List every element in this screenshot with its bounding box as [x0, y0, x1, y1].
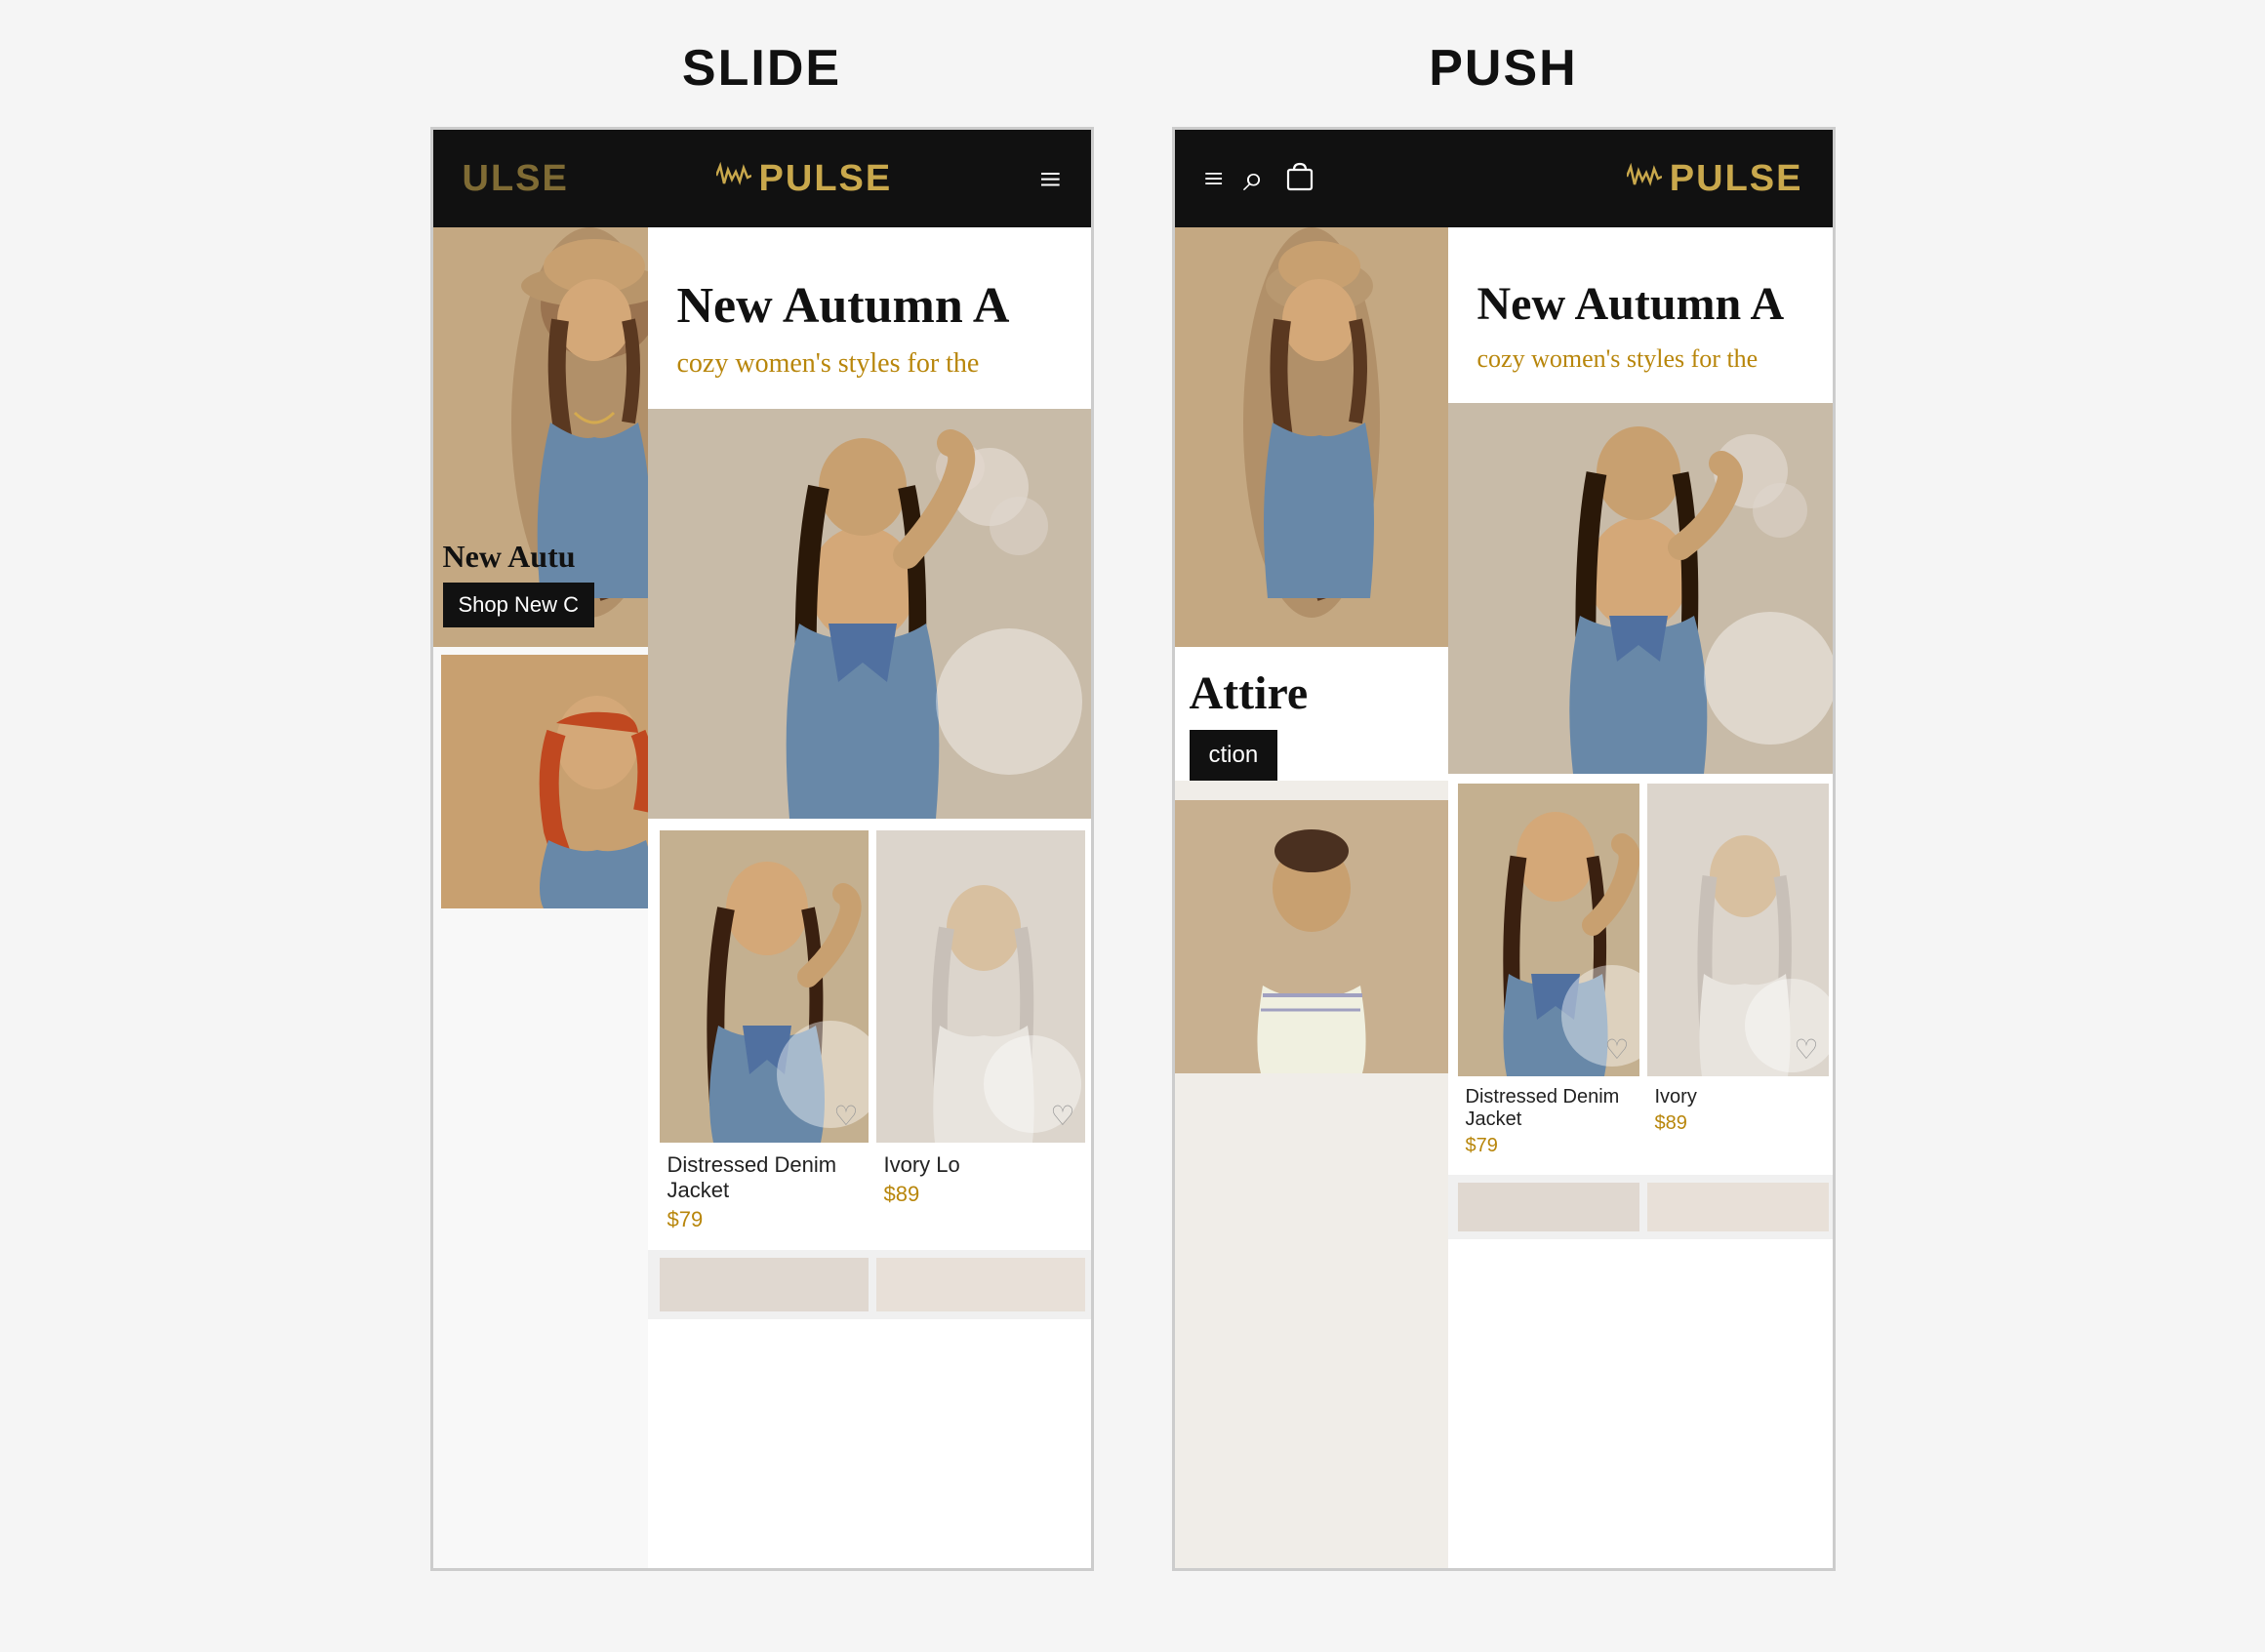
slide-bg-title: New Autu	[443, 539, 595, 575]
push-search-icon[interactable]: ⌕	[1243, 157, 1264, 200]
slide-old-logo: ULSE	[463, 158, 569, 200]
slide-navbar-logo: PULSE	[716, 158, 893, 200]
push-left-reveal: Attire ction	[1175, 227, 1448, 1571]
slide-bottom-strips	[648, 1250, 1091, 1319]
slide-product-2-img: ♡	[876, 830, 1085, 1143]
push-drawer-hero: New Autumn A cozy women's styles for the	[1448, 227, 1833, 403]
push-bag-icon[interactable]	[1283, 158, 1316, 200]
slide-hero-image	[648, 409, 1091, 819]
push-products-row: ♡ Distressed Denim Jacket $79	[1448, 774, 1833, 1167]
push-main-page: New Autumn A cozy women's styles for the	[1448, 227, 1833, 1571]
push-drawer-title: New Autumn A	[1477, 276, 1809, 333]
push-product-1-img: ♡	[1458, 784, 1639, 1076]
push-product-2-heart[interactable]: ♡	[1794, 1033, 1818, 1067]
wave-icon	[716, 161, 751, 197]
push-attire-title: Attire	[1190, 666, 1434, 720]
push-product-1-name: Distressed Denim Jacket	[1458, 1076, 1639, 1135]
slide-drawer-title: New Autumn A	[677, 276, 1068, 337]
push-product-2-price: $89	[1647, 1112, 1829, 1145]
push-product-1-price: $79	[1458, 1135, 1639, 1167]
push-left-man	[1175, 800, 1448, 1073]
slide-product-2-name: Ivory Lo	[876, 1143, 1085, 1182]
slide-product-2-price: $89	[876, 1182, 1085, 1217]
slide-content-area: New Autu Shop New C	[433, 227, 1091, 1571]
push-drawer-subtitle: cozy women's styles for the	[1477, 344, 1809, 374]
push-bottom-strips	[1448, 1175, 1833, 1239]
push-attire-text: Attire ction	[1175, 647, 1448, 781]
slide-product-1-price: $79	[660, 1207, 869, 1242]
push-product-2-name: Ivory	[1647, 1076, 1829, 1112]
push-left-hero	[1175, 227, 1448, 647]
push-phone: ≡ ⌕ PULSE	[1172, 127, 1836, 1571]
push-product-1: ♡ Distressed Denim Jacket $79	[1458, 784, 1639, 1167]
push-title: PUSH	[1429, 39, 1577, 98]
slide-product-2: ♡ Ivory Lo $89	[876, 830, 1085, 1242]
push-navbar-icons: ≡ ⌕	[1204, 157, 1317, 200]
slide-product-1-heart[interactable]: ♡	[833, 1100, 858, 1133]
slide-product-2-heart[interactable]: ♡	[1050, 1100, 1074, 1133]
push-navbar-logo: PULSE	[1627, 158, 1803, 200]
slide-hamburger-icon[interactable]: ≡	[1039, 156, 1062, 202]
push-wave-icon	[1627, 158, 1662, 200]
push-navbar: ≡ ⌕ PULSE	[1175, 130, 1833, 227]
slide-drawer-subtitle: cozy women's styles for the	[677, 348, 1068, 380]
slide-product-1-name: Distressed Denim Jacket	[660, 1143, 869, 1207]
push-product-1-heart[interactable]: ♡	[1604, 1033, 1629, 1067]
slide-title: SLIDE	[682, 39, 841, 98]
push-collection-btn[interactable]: ction	[1190, 730, 1278, 781]
slide-section: SLIDE ULSE PULSE ≡	[430, 39, 1094, 1571]
slide-bg-shop-btn[interactable]: Shop New C	[443, 583, 595, 627]
slide-logo-text: PULSE	[759, 158, 893, 200]
main-container: SLIDE ULSE PULSE ≡	[59, 39, 2206, 1571]
slide-navbar: ULSE PULSE ≡	[433, 130, 1091, 227]
push-logo-text: PULSE	[1670, 158, 1803, 200]
slide-phone: ULSE PULSE ≡	[430, 127, 1094, 1571]
slide-products-row: ♡ Distressed Denim Jacket $79	[648, 819, 1091, 1242]
slide-bg-overlay: New Autu Shop New C	[443, 539, 595, 627]
push-hamburger-icon[interactable]: ≡	[1204, 158, 1224, 199]
slide-drawer-hero: New Autumn A cozy women's styles for the	[648, 227, 1091, 409]
push-product-2-img: ♡	[1647, 784, 1829, 1076]
push-content-area: Attire ction	[1175, 227, 1833, 1571]
push-hero-image	[1448, 403, 1833, 774]
slide-product-1-img: ♡	[660, 830, 869, 1143]
slide-drawer: New Autumn A cozy women's styles for the	[648, 227, 1091, 1571]
push-section: PUSH ≡ ⌕	[1172, 39, 1836, 1571]
push-product-2: ♡ Ivory $89	[1647, 784, 1829, 1167]
slide-product-1: ♡ Distressed Denim Jacket $79	[660, 830, 869, 1242]
